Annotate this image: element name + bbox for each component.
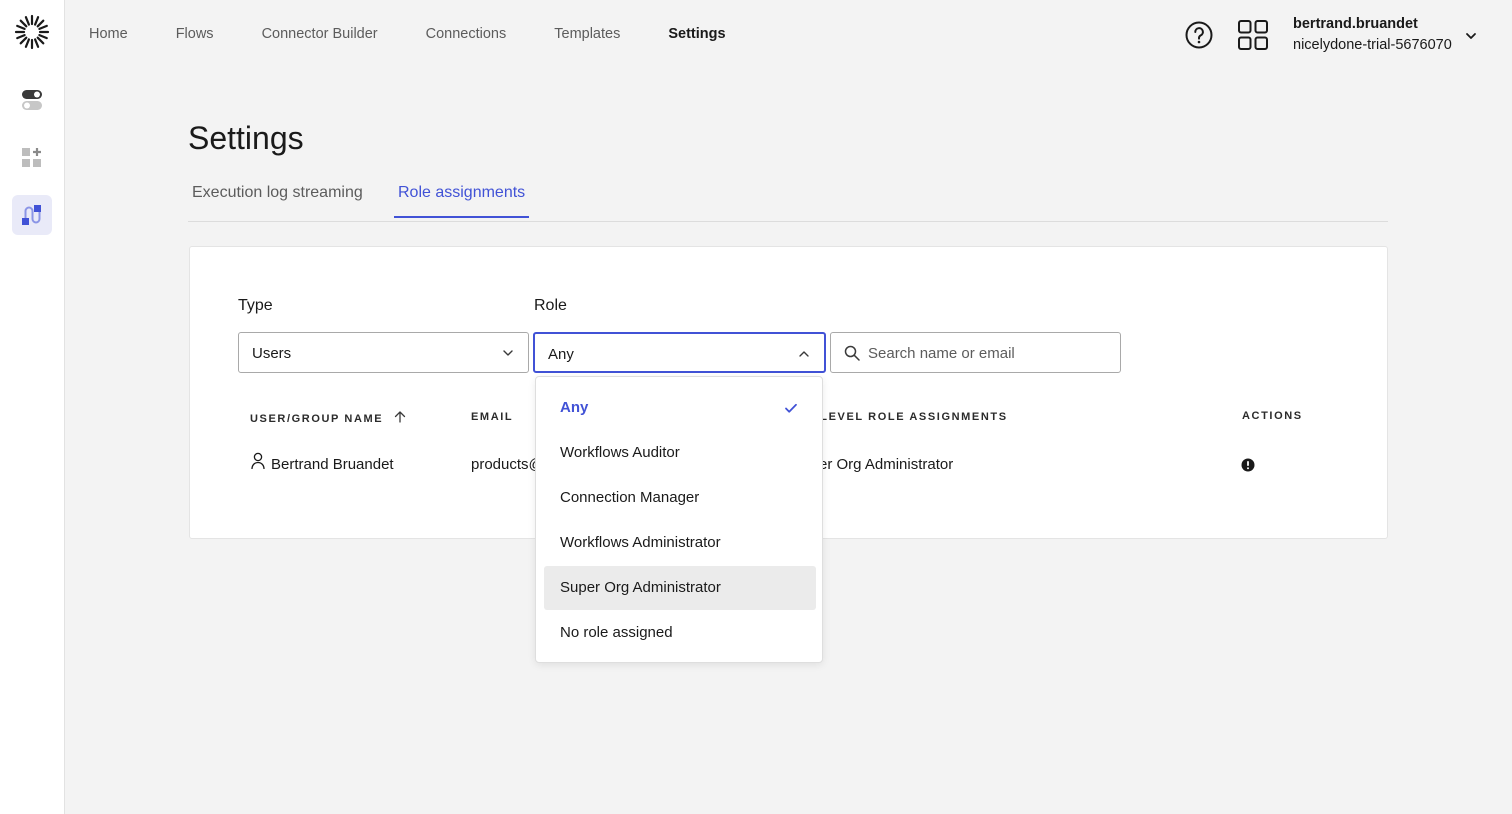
role-option-workflows-auditor[interactable]: Workflows Auditor <box>544 431 816 475</box>
column-header-name[interactable]: USER/GROUP NAME <box>250 411 406 425</box>
rail-add-app-button[interactable] <box>12 138 52 178</box>
role-select[interactable]: Any <box>533 332 826 373</box>
toggles-icon <box>22 90 42 110</box>
role-option-super-org-administrator[interactable]: Super Org Administrator <box>544 566 816 610</box>
role-option-label: Any <box>560 399 589 416</box>
role-option-label: Workflows Administrator <box>560 534 721 551</box>
account-org: nicelydone-trial-5676070 <box>1293 37 1452 53</box>
nav-home[interactable]: Home <box>89 26 128 42</box>
checkmark-icon <box>785 403 797 413</box>
page-title: Settings <box>188 120 304 156</box>
tab-execution-log-streaming[interactable]: Execution log streaming <box>188 184 367 216</box>
role-dropdown-menu: Any Workflows Auditor Connection Manager… <box>535 376 823 663</box>
user-icon <box>251 452 265 470</box>
column-header-email: EMAIL <box>471 411 514 423</box>
column-header-role-assignments: -LEVEL ROLE ASSIGNMENTS <box>815 411 1008 423</box>
role-connection-icon <box>22 205 41 225</box>
role-option-label: No role assigned <box>560 624 673 641</box>
row-user-name: Bertrand Bruandet <box>271 456 394 473</box>
help-icon[interactable] <box>1185 21 1213 49</box>
nav-connections[interactable]: Connections <box>426 26 507 42</box>
role-option-workflows-administrator[interactable]: Workflows Administrator <box>544 521 816 565</box>
alert-icon[interactable] <box>1241 458 1255 472</box>
nav-links: Home Flows Connector Builder Connections… <box>89 26 774 42</box>
search-icon <box>844 345 860 361</box>
role-label: Role <box>534 297 567 314</box>
row-user-role: er Org Administrator <box>819 456 954 473</box>
role-select-value: Any <box>548 346 574 363</box>
add-app-icon <box>22 148 41 167</box>
account-username: bertrand.bruandet <box>1293 16 1418 32</box>
top-navigation: Home Flows Connector Builder Connections… <box>65 0 1512 70</box>
nav-settings[interactable]: Settings <box>668 26 725 42</box>
role-option-no-role-assigned[interactable]: No role assigned <box>544 611 816 655</box>
nav-connector-builder[interactable]: Connector Builder <box>262 26 378 42</box>
sort-ascending-icon[interactable] <box>394 411 406 423</box>
role-option-label: Connection Manager <box>560 489 700 506</box>
tab-role-assignments[interactable]: Role assignments <box>394 184 530 218</box>
type-select-value: Users <box>252 345 292 362</box>
role-option-label: Super Org Administrator <box>560 579 721 596</box>
role-option-any[interactable]: Any <box>544 386 816 430</box>
chevron-up-icon <box>799 351 809 357</box>
chevron-down-icon[interactable] <box>1464 29 1478 43</box>
search-field[interactable] <box>830 332 1121 373</box>
app-switcher-icon[interactable] <box>1238 20 1268 50</box>
nav-flows[interactable]: Flows <box>176 26 214 42</box>
row-user-email: products@ <box>471 456 544 473</box>
search-input[interactable] <box>868 342 1108 364</box>
column-header-actions: ACTIONS <box>1242 410 1303 422</box>
rail-toggles-button[interactable] <box>12 80 52 120</box>
rail-settings-button[interactable] <box>12 195 52 235</box>
settings-tabs: Execution log streaming Role assignments <box>188 172 1388 222</box>
logo-icon[interactable] <box>14 14 50 50</box>
type-select[interactable]: Users <box>238 332 529 373</box>
column-header-name-label: USER/GROUP NAME <box>250 413 384 425</box>
account-menu[interactable]: bertrand.bruandet nicelydone-trial-56760… <box>1293 16 1452 53</box>
role-option-connection-manager[interactable]: Connection Manager <box>544 476 816 520</box>
type-label: Type <box>238 297 273 314</box>
left-rail <box>0 0 65 814</box>
nav-templates[interactable]: Templates <box>554 26 620 42</box>
chevron-down-icon <box>503 350 513 356</box>
role-option-label: Workflows Auditor <box>560 444 680 461</box>
